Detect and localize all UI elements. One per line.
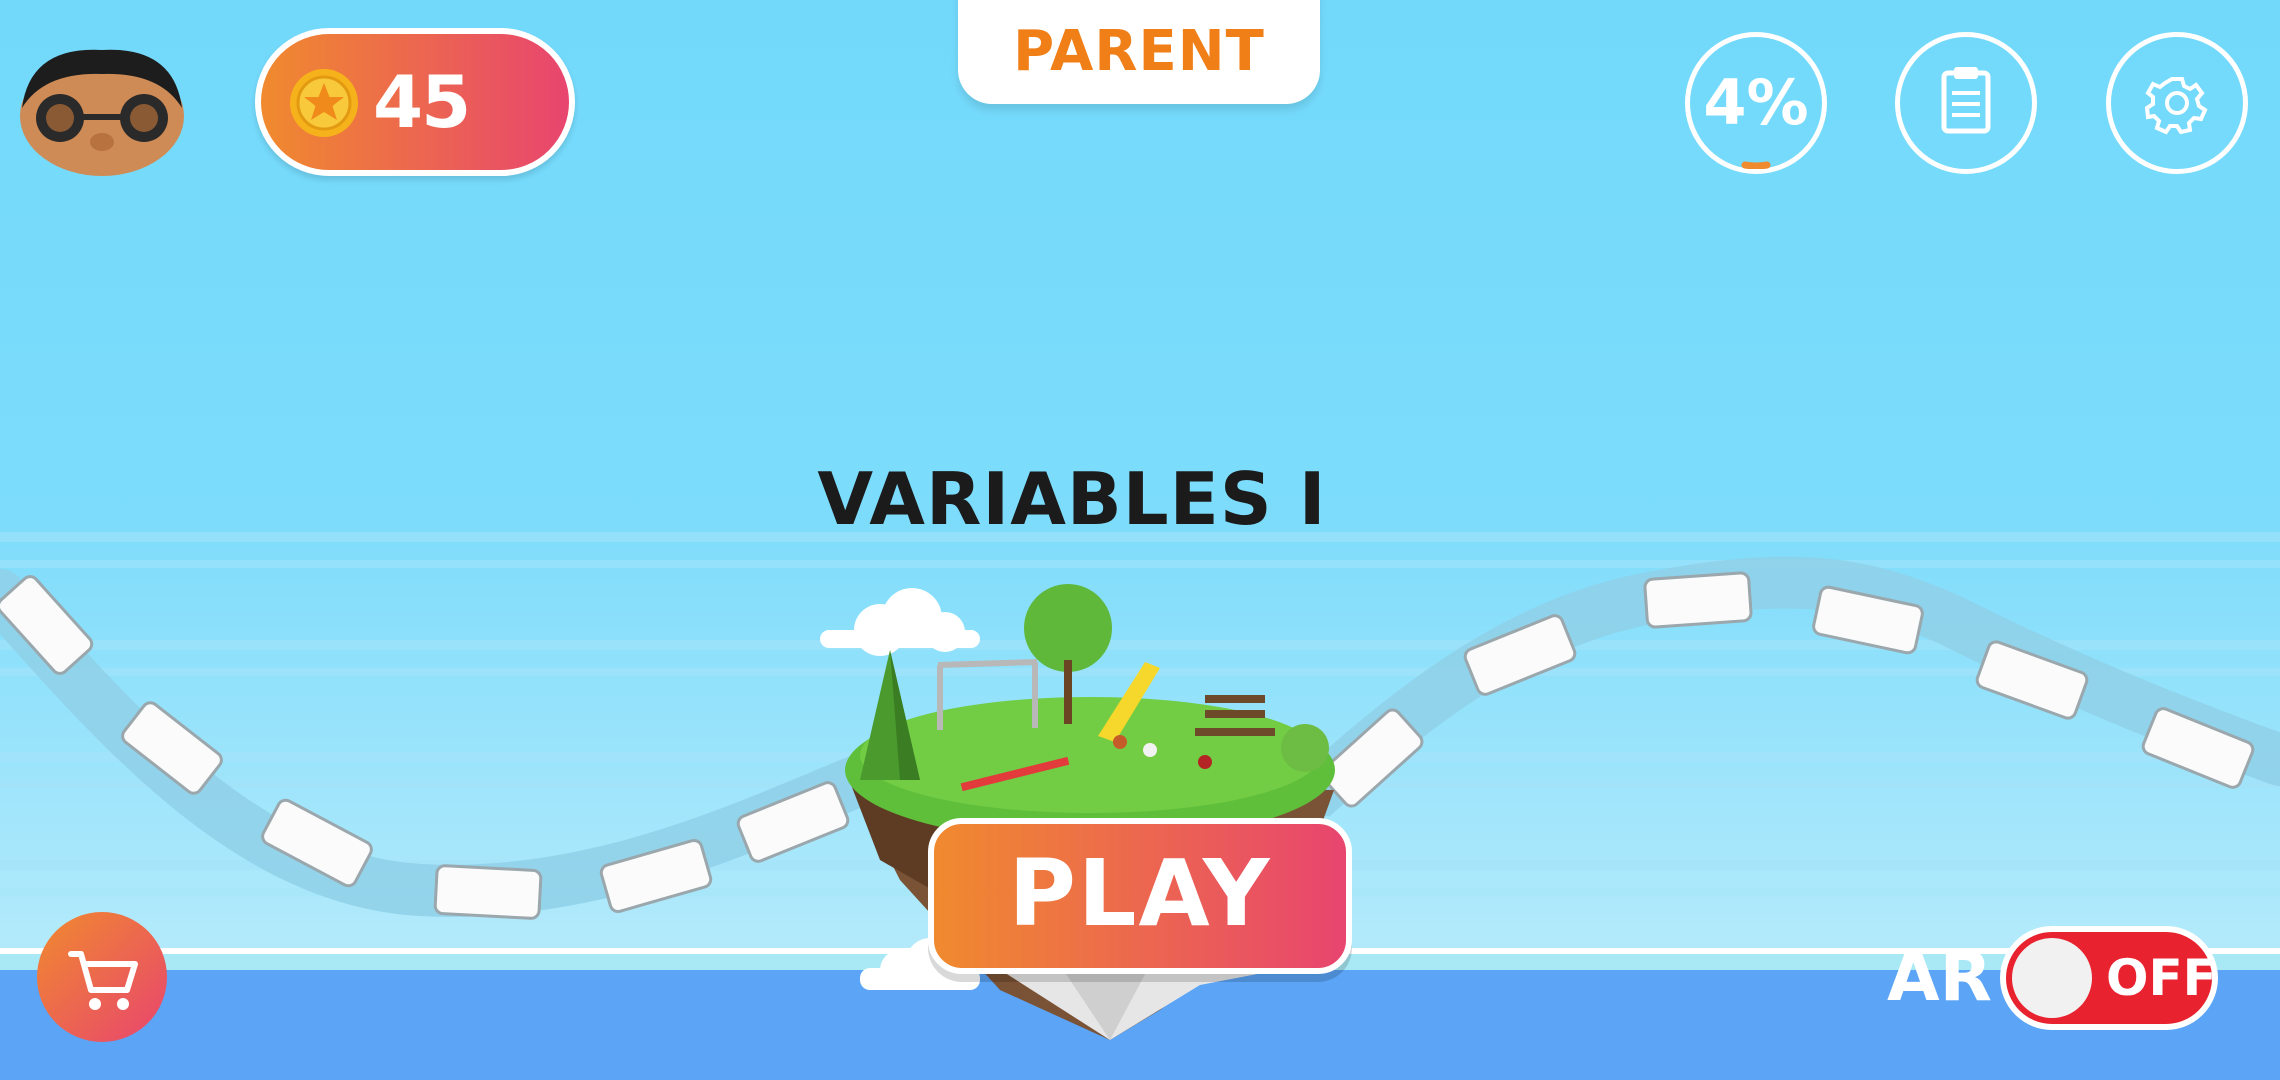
play-button-label: PLAY — [1008, 840, 1272, 947]
play-button[interactable]: PLAY — [928, 818, 1352, 974]
progress-button[interactable]: 4% — [1685, 32, 1827, 174]
progress-ring — [1741, 161, 1771, 169]
ar-toggle[interactable]: OFF — [2000, 926, 2218, 1030]
clipboard-icon — [1941, 67, 1991, 134]
ar-label: AR — [1887, 938, 1992, 1017]
level-title: VARIABLES I — [817, 457, 1327, 541]
round-tree — [1024, 584, 1112, 672]
star-coin-icon — [290, 69, 358, 137]
ar-toggle-knob[interactable] — [2012, 938, 2092, 1018]
bench — [1195, 695, 1275, 736]
gear-icon — [2144, 77, 2208, 135]
shop-button[interactable] — [37, 912, 167, 1042]
level-node[interactable] — [433, 864, 543, 920]
coin-counter[interactable]: 45 — [255, 28, 575, 176]
coin-count: 45 — [373, 60, 471, 144]
player-avatar[interactable] — [10, 38, 195, 178]
parent-tab-label: PARENT — [1013, 19, 1265, 84]
settings-button[interactable] — [2106, 32, 2248, 174]
parent-tab[interactable]: PARENT — [958, 0, 1320, 104]
report-button[interactable] — [1895, 32, 2037, 174]
progress-arc — [1741, 161, 1771, 169]
ar-toggle-state: OFF — [2106, 949, 2217, 1007]
level-node[interactable] — [1643, 571, 1753, 629]
shopping-cart-icon — [68, 951, 138, 1010]
